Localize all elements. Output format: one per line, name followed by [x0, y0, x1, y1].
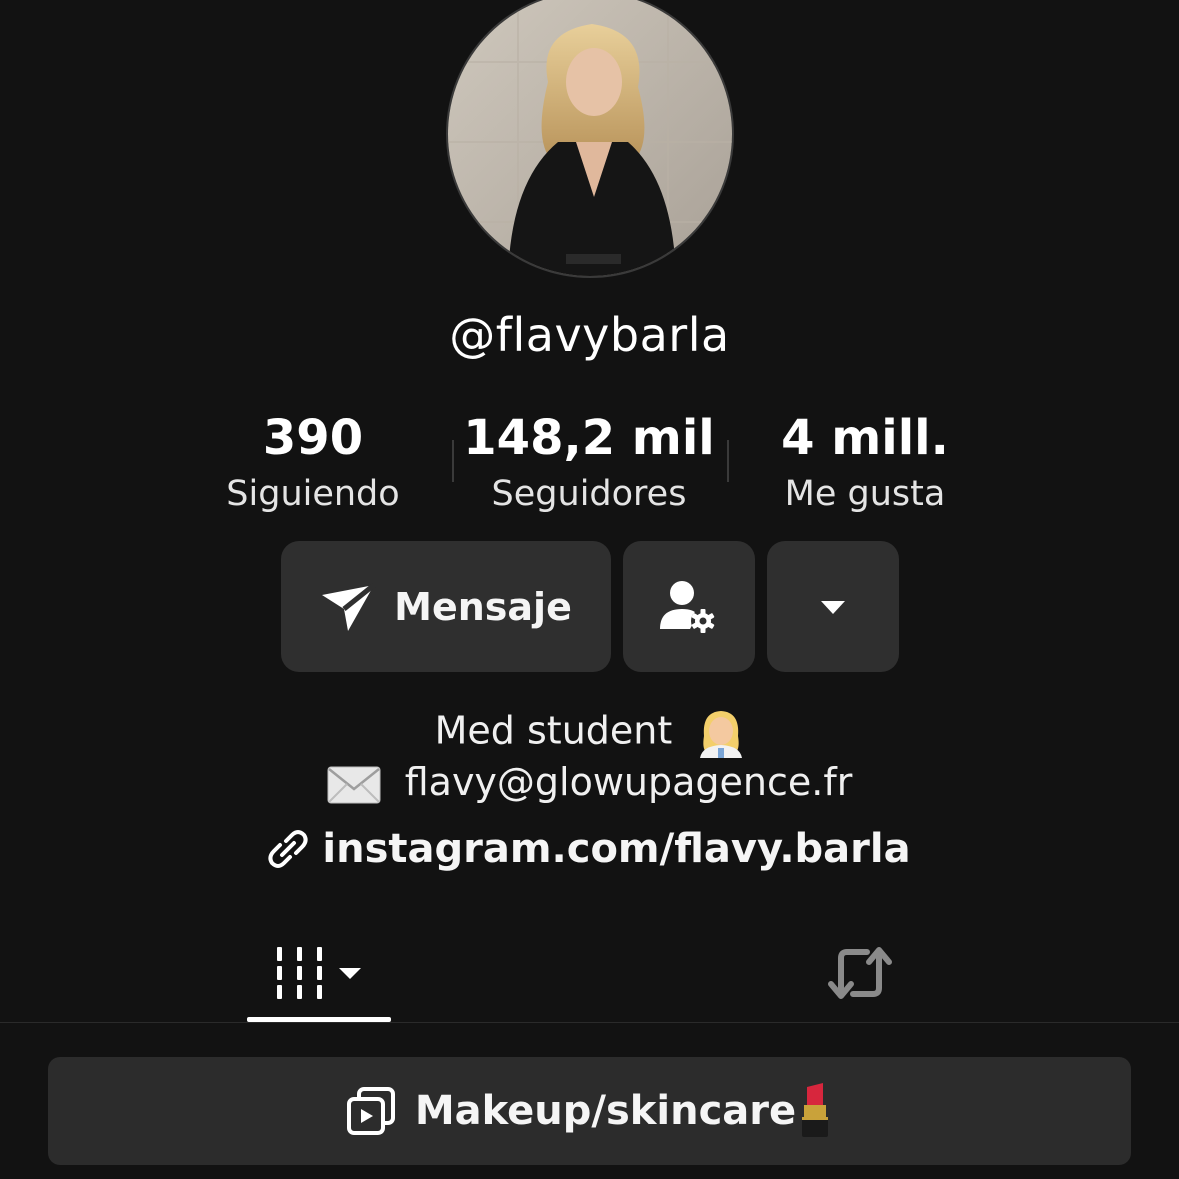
- following-count: 390: [262, 410, 364, 466]
- send-icon: [322, 582, 376, 631]
- bio-email: flavy@glowupagence.fr: [404, 760, 853, 804]
- followers-label: Seguidores: [491, 474, 687, 514]
- bio-text: Med student: [434, 708, 673, 753]
- tabs-divider: [0, 1022, 1179, 1023]
- bio-line-2: flavy@glowupagence.fr: [0, 760, 1179, 805]
- grid-videos-icon: [277, 947, 361, 999]
- playlist-icon: [346, 1087, 395, 1135]
- caret-down-icon: [821, 600, 845, 614]
- friend-settings-button[interactable]: [623, 541, 755, 672]
- stat-divider: [452, 440, 454, 482]
- profile-page: @flavybarla 390 Siguiendo 148,2 mil Segu…: [0, 0, 1179, 1179]
- repost-icon: [828, 947, 892, 999]
- avatar[interactable]: [446, 0, 734, 278]
- envelope-emoji: [327, 766, 381, 803]
- tab-reposts[interactable]: [790, 925, 930, 1021]
- bio-link-text: instagram.com/flavy.barla: [322, 826, 911, 872]
- message-button[interactable]: Mensaje: [281, 541, 611, 672]
- likes-label: Me gusta: [784, 474, 946, 514]
- bio-link[interactable]: instagram.com/flavy.barla: [0, 826, 1179, 872]
- followers-count: 148,2 mil: [463, 410, 715, 466]
- stat-likes[interactable]: 4 mill. Me gusta: [715, 408, 1015, 522]
- playlist-label: Makeup/skincare: [414, 1088, 797, 1134]
- message-label: Mensaje: [394, 584, 572, 629]
- tab-videos[interactable]: [247, 925, 391, 1021]
- stat-followers[interactable]: 148,2 mil Seguidores: [439, 408, 739, 522]
- avatar-photo: [448, 0, 732, 276]
- following-label: Siguiendo: [226, 474, 400, 514]
- profile-stats: 390 Siguiendo 148,2 mil Seguidores 4 mil…: [0, 408, 1179, 528]
- likes-count: 4 mill.: [781, 410, 949, 466]
- stat-divider: [727, 440, 729, 482]
- lipstick-emoji: [802, 1083, 829, 1137]
- link-icon: [268, 830, 308, 868]
- woman-health-worker-emoji: [700, 711, 743, 758]
- playlist-button[interactable]: Makeup/skincare: [48, 1057, 1131, 1165]
- bio-line-1: Med student: [0, 708, 1179, 758]
- person-gear-icon: [660, 580, 715, 633]
- username: @flavybarla: [449, 308, 730, 362]
- more-options-button[interactable]: [767, 541, 899, 672]
- stat-following[interactable]: 390 Siguiendo: [163, 408, 463, 522]
